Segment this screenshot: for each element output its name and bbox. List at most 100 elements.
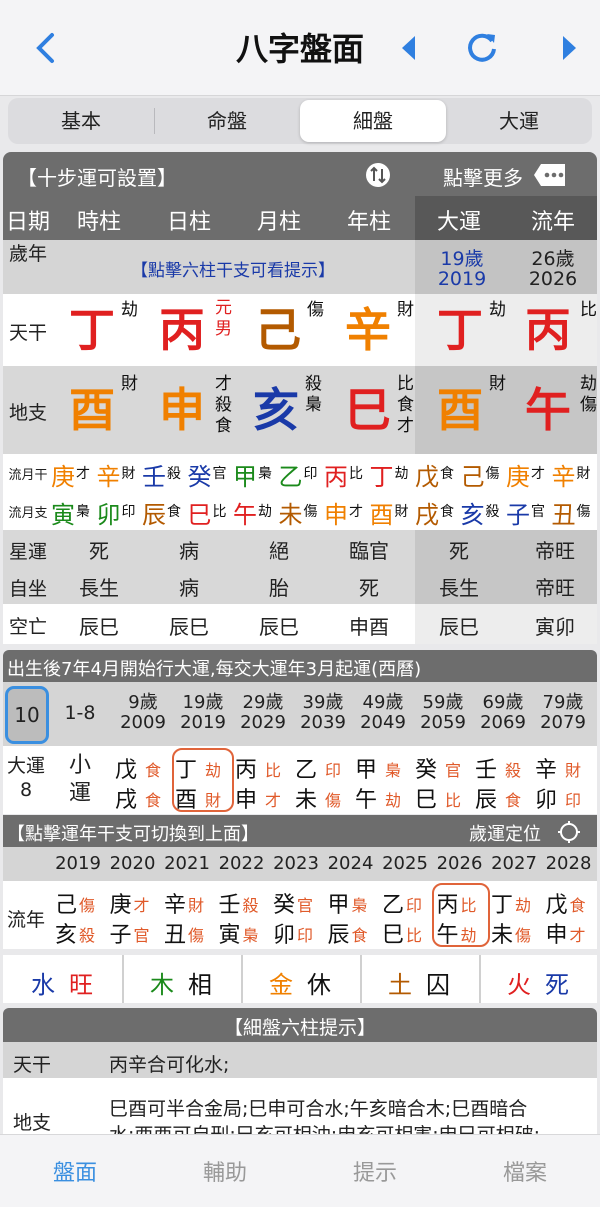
month-branch[interactable]: 亥 — [253, 382, 299, 438]
hour-stem[interactable]: 丁 — [69, 302, 115, 358]
liuyue-char[interactable]: 癸 — [188, 457, 212, 492]
dayun-stem-god: 比 — [265, 761, 282, 780]
dayun-stem[interactable]: 辛 — [535, 752, 557, 784]
dayun-branch[interactable]: 申 — [235, 782, 257, 814]
dayun-stem[interactable]: 癸 — [415, 752, 437, 784]
liunian-stem[interactable]: 己 — [55, 887, 77, 919]
liunian-stem[interactable]: 庚 — [110, 887, 132, 919]
liunian-branch[interactable]: 丑 — [164, 917, 186, 949]
liuyue-char[interactable]: 亥 — [461, 495, 485, 530]
liunian-stem[interactable]: 戊 — [546, 887, 568, 919]
day-branch[interactable]: 申 — [159, 382, 205, 438]
kongwang-row: 空亡 辰巳 辰巳 辰巳 申酉 辰巳 寅卯 — [3, 604, 597, 644]
liuyue-char[interactable]: 酉 — [370, 495, 394, 530]
year-stem[interactable]: 辛 — [345, 302, 391, 358]
dayun-stem[interactable]: 乙 — [295, 752, 317, 784]
wuxing-state: 旺 — [69, 971, 93, 999]
liuyue-char[interactable]: 申 — [324, 495, 348, 530]
swap-icon[interactable] — [365, 162, 391, 188]
bottom-tab-tishi[interactable]: 提示 — [300, 1155, 450, 1187]
liunian-stem[interactable]: 丁 — [491, 887, 513, 919]
refresh-icon[interactable] — [465, 30, 499, 64]
liunian-branch[interactable]: 子 — [110, 917, 132, 949]
year-branch[interactable]: 巳 — [345, 382, 391, 438]
liunian-branch[interactable]: 辰 — [328, 917, 350, 949]
dayun-stem[interactable]: 壬 — [475, 752, 497, 784]
liunian-branch[interactable]: 亥 — [55, 917, 77, 949]
liuyue-char[interactable]: 辰 — [142, 495, 166, 530]
liuyue-char[interactable]: 午 — [233, 495, 257, 530]
hour-branch[interactable]: 酉 — [69, 382, 115, 438]
liunian-branch[interactable]: 午 — [525, 382, 571, 438]
liuyue-char[interactable]: 子 — [506, 495, 530, 530]
age-row: 歲年 【點擊六柱干支可看提示】 19歲 2019 26歲 2026 — [3, 240, 597, 294]
liuyue-char[interactable]: 卯 — [97, 495, 121, 530]
dayun-stem-god: 印 — [325, 761, 342, 780]
hint-link[interactable]: 【點擊六柱干支可看提示】 — [103, 256, 363, 281]
dayun-age: 9歲 — [128, 692, 158, 713]
dayun-stem[interactable]: 丙 — [235, 752, 257, 784]
bottom-tab-fuzhu[interactable]: 輔助 — [150, 1155, 300, 1187]
liunian-branch[interactable]: 未 — [491, 917, 513, 949]
dayun-branch[interactable]: 辰 — [475, 782, 497, 814]
tab-basic[interactable]: 基本 — [8, 100, 154, 142]
bottom-tab-panmian[interactable]: 盤面 — [0, 1155, 150, 1187]
dayun-branch[interactable]: 巳 — [415, 782, 437, 814]
dayun-stem[interactable]: 丁 — [437, 302, 483, 358]
liuyue-char[interactable]: 乙 — [279, 457, 303, 492]
dayun-branch[interactable]: 酉 — [437, 382, 483, 438]
liuyue-char[interactable]: 丑 — [552, 495, 576, 530]
liuyue-char[interactable]: 丁 — [370, 457, 394, 492]
xiaoyun-cell[interactable]: 小運 — [65, 752, 95, 808]
liunian-stem[interactable]: 乙 — [382, 887, 404, 919]
liunian-branch[interactable]: 巳 — [382, 917, 404, 949]
more-icon[interactable] — [533, 162, 567, 188]
locate-label[interactable]: 歲運定位 — [469, 820, 541, 846]
liuyue-char[interactable]: 戌 — [415, 495, 439, 530]
next-triangle-icon[interactable] — [560, 34, 578, 62]
tab-mingpan[interactable]: 命盤 — [154, 100, 300, 142]
liuyue-god: 財 — [121, 466, 136, 482]
month-stem[interactable]: 己 — [255, 302, 301, 358]
liuyue-char[interactable]: 巳 — [188, 495, 212, 530]
value-cell: 申酉 — [349, 615, 389, 639]
dayun-branch[interactable]: 未 — [295, 782, 317, 814]
tab-xipan[interactable]: 細盤 — [300, 100, 446, 142]
tab-dayun[interactable]: 大運 — [446, 100, 592, 142]
more-label[interactable]: 點擊更多 — [443, 162, 523, 191]
dayun-branch[interactable]: 戌 — [115, 782, 137, 814]
liuyue-char[interactable]: 寅 — [51, 495, 75, 530]
dayun-branch[interactable]: 卯 — [535, 782, 557, 814]
liunian-branch[interactable]: 申 — [546, 917, 568, 949]
liunian-branch[interactable]: 寅 — [219, 917, 241, 949]
bottom-tab-dangan[interactable]: 檔案 — [450, 1155, 600, 1187]
liunian-stem[interactable]: 壬 — [219, 887, 241, 919]
liunian-branch[interactable]: 卯 — [273, 917, 295, 949]
liuyue-char[interactable]: 己 — [461, 457, 485, 492]
liuyue-char[interactable]: 壬 — [142, 457, 166, 492]
liunian-stem-god: 財 — [188, 896, 205, 915]
liuyue-char[interactable]: 甲 — [233, 457, 257, 492]
liunian-stem[interactable]: 甲 — [328, 887, 350, 919]
liuyue-char[interactable]: 庚 — [51, 457, 75, 492]
liunian-stem[interactable]: 丙 — [525, 302, 571, 358]
locate-icon[interactable] — [557, 820, 581, 844]
liuyue-char[interactable]: 戊 — [415, 457, 439, 492]
liuyue-char[interactable]: 辛 — [552, 457, 576, 492]
prev-triangle-icon[interactable] — [400, 34, 418, 62]
liuyue-char[interactable]: 丙 — [324, 457, 348, 492]
dayun-selector[interactable]: 10 — [5, 686, 49, 744]
liunian-year: 2022 — [218, 853, 265, 874]
liuyue-char[interactable]: 庚 — [506, 457, 530, 492]
liuyue-char[interactable]: 辛 — [97, 457, 121, 492]
liunian-stem[interactable]: 癸 — [273, 887, 295, 919]
liunian-stem[interactable]: 辛 — [164, 887, 186, 919]
dayun-stem[interactable]: 甲 — [355, 752, 377, 784]
liuyue-char[interactable]: 未 — [279, 495, 303, 530]
day-stem[interactable]: 丙 — [159, 302, 205, 358]
wuxing-state: 休 — [307, 971, 331, 999]
dayun-branch[interactable]: 午 — [355, 782, 377, 814]
liunian-stem-god: 梟 — [351, 896, 368, 915]
dayun-age: 49歲 — [362, 692, 404, 713]
dayun-stem[interactable]: 戊 — [115, 752, 137, 784]
